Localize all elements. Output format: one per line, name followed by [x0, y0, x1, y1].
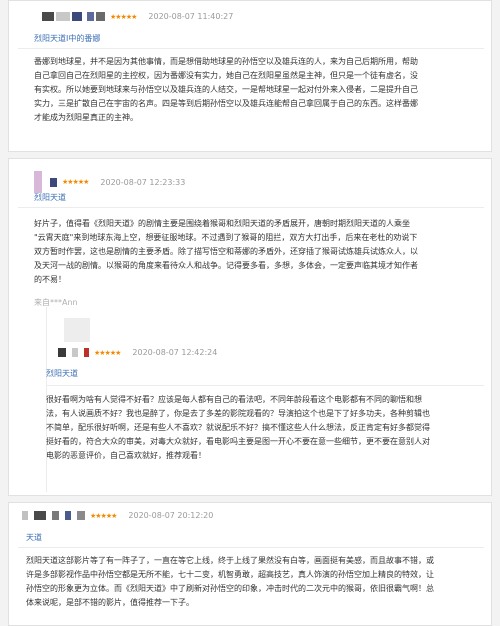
divider [18, 547, 484, 548]
reply-username[interactable]: 来自***Ann [34, 297, 78, 308]
avatar [50, 177, 57, 187]
avatar[interactable] [58, 348, 66, 357]
review-header-2: ★★★★★ 2020-08-07 12:23:33 [34, 171, 185, 193]
avatar [84, 348, 89, 357]
avatar[interactable] [22, 511, 28, 520]
review-date: 2020-08-07 12:23:33 [100, 177, 186, 187]
avatar [72, 12, 82, 21]
review-date: 2020-08-07 12:42:24 [132, 348, 218, 357]
rating-stars: ★★★★★ [110, 12, 137, 21]
avatar-placeholder [64, 318, 90, 342]
avatar [72, 348, 78, 357]
avatar [96, 12, 105, 21]
avatar [52, 511, 59, 520]
reply-header: ★★★★★ 2020-08-07 12:42:24 [58, 348, 217, 357]
avatar[interactable] [42, 12, 54, 21]
review-header-3: ★★★★★ 2020-08-07 20:12:20 [22, 511, 213, 520]
avatar [56, 12, 70, 21]
divider [46, 385, 484, 386]
divider [18, 48, 484, 49]
review-title[interactable]: 天道 [26, 532, 42, 543]
review-title[interactable]: 烈阳天道Ⅰ中的番娜 [34, 33, 100, 44]
review-body-2: 好片子，值得看《烈阳天道》的剧情主要是围绕着猴哥和烈阳天道的矛盾展开，唐朝时期烈… [34, 219, 418, 284]
review-body-3: 烈阳天道这部影片等了有一阵子了，一直在等它上线，终于上线了果然没有白等，画面挺有… [26, 556, 434, 607]
review-body-1: 番娜到地球星，并不是因为其他事情，而是想借助地球星的孙悟空以及雄兵连的人，来为自… [34, 57, 418, 122]
rating-stars: ★★★★★ [62, 178, 89, 186]
review-date: 2020-08-07 11:40:27 [148, 12, 234, 21]
avatar [65, 511, 71, 520]
review-date: 2020-08-07 20:12:20 [128, 511, 214, 520]
avatar [87, 12, 94, 21]
reply-body: 很好看啊为啥有人觉得不好看？应该是每人都有自己的看法吧，不同年龄段看这个电影都有… [46, 395, 430, 460]
divider [18, 207, 484, 208]
avatar [77, 511, 85, 520]
avatar [34, 511, 46, 520]
rating-stars: ★★★★★ [90, 511, 117, 520]
rating-stars: ★★★★★ [94, 348, 121, 357]
reply-title[interactable]: 烈阳天道 [46, 368, 78, 379]
review-title[interactable]: 烈阳天道 [34, 192, 66, 203]
review-header-1: ★★★★★ 2020-08-07 11:40:27 [42, 12, 233, 21]
avatar[interactable] [34, 171, 42, 193]
